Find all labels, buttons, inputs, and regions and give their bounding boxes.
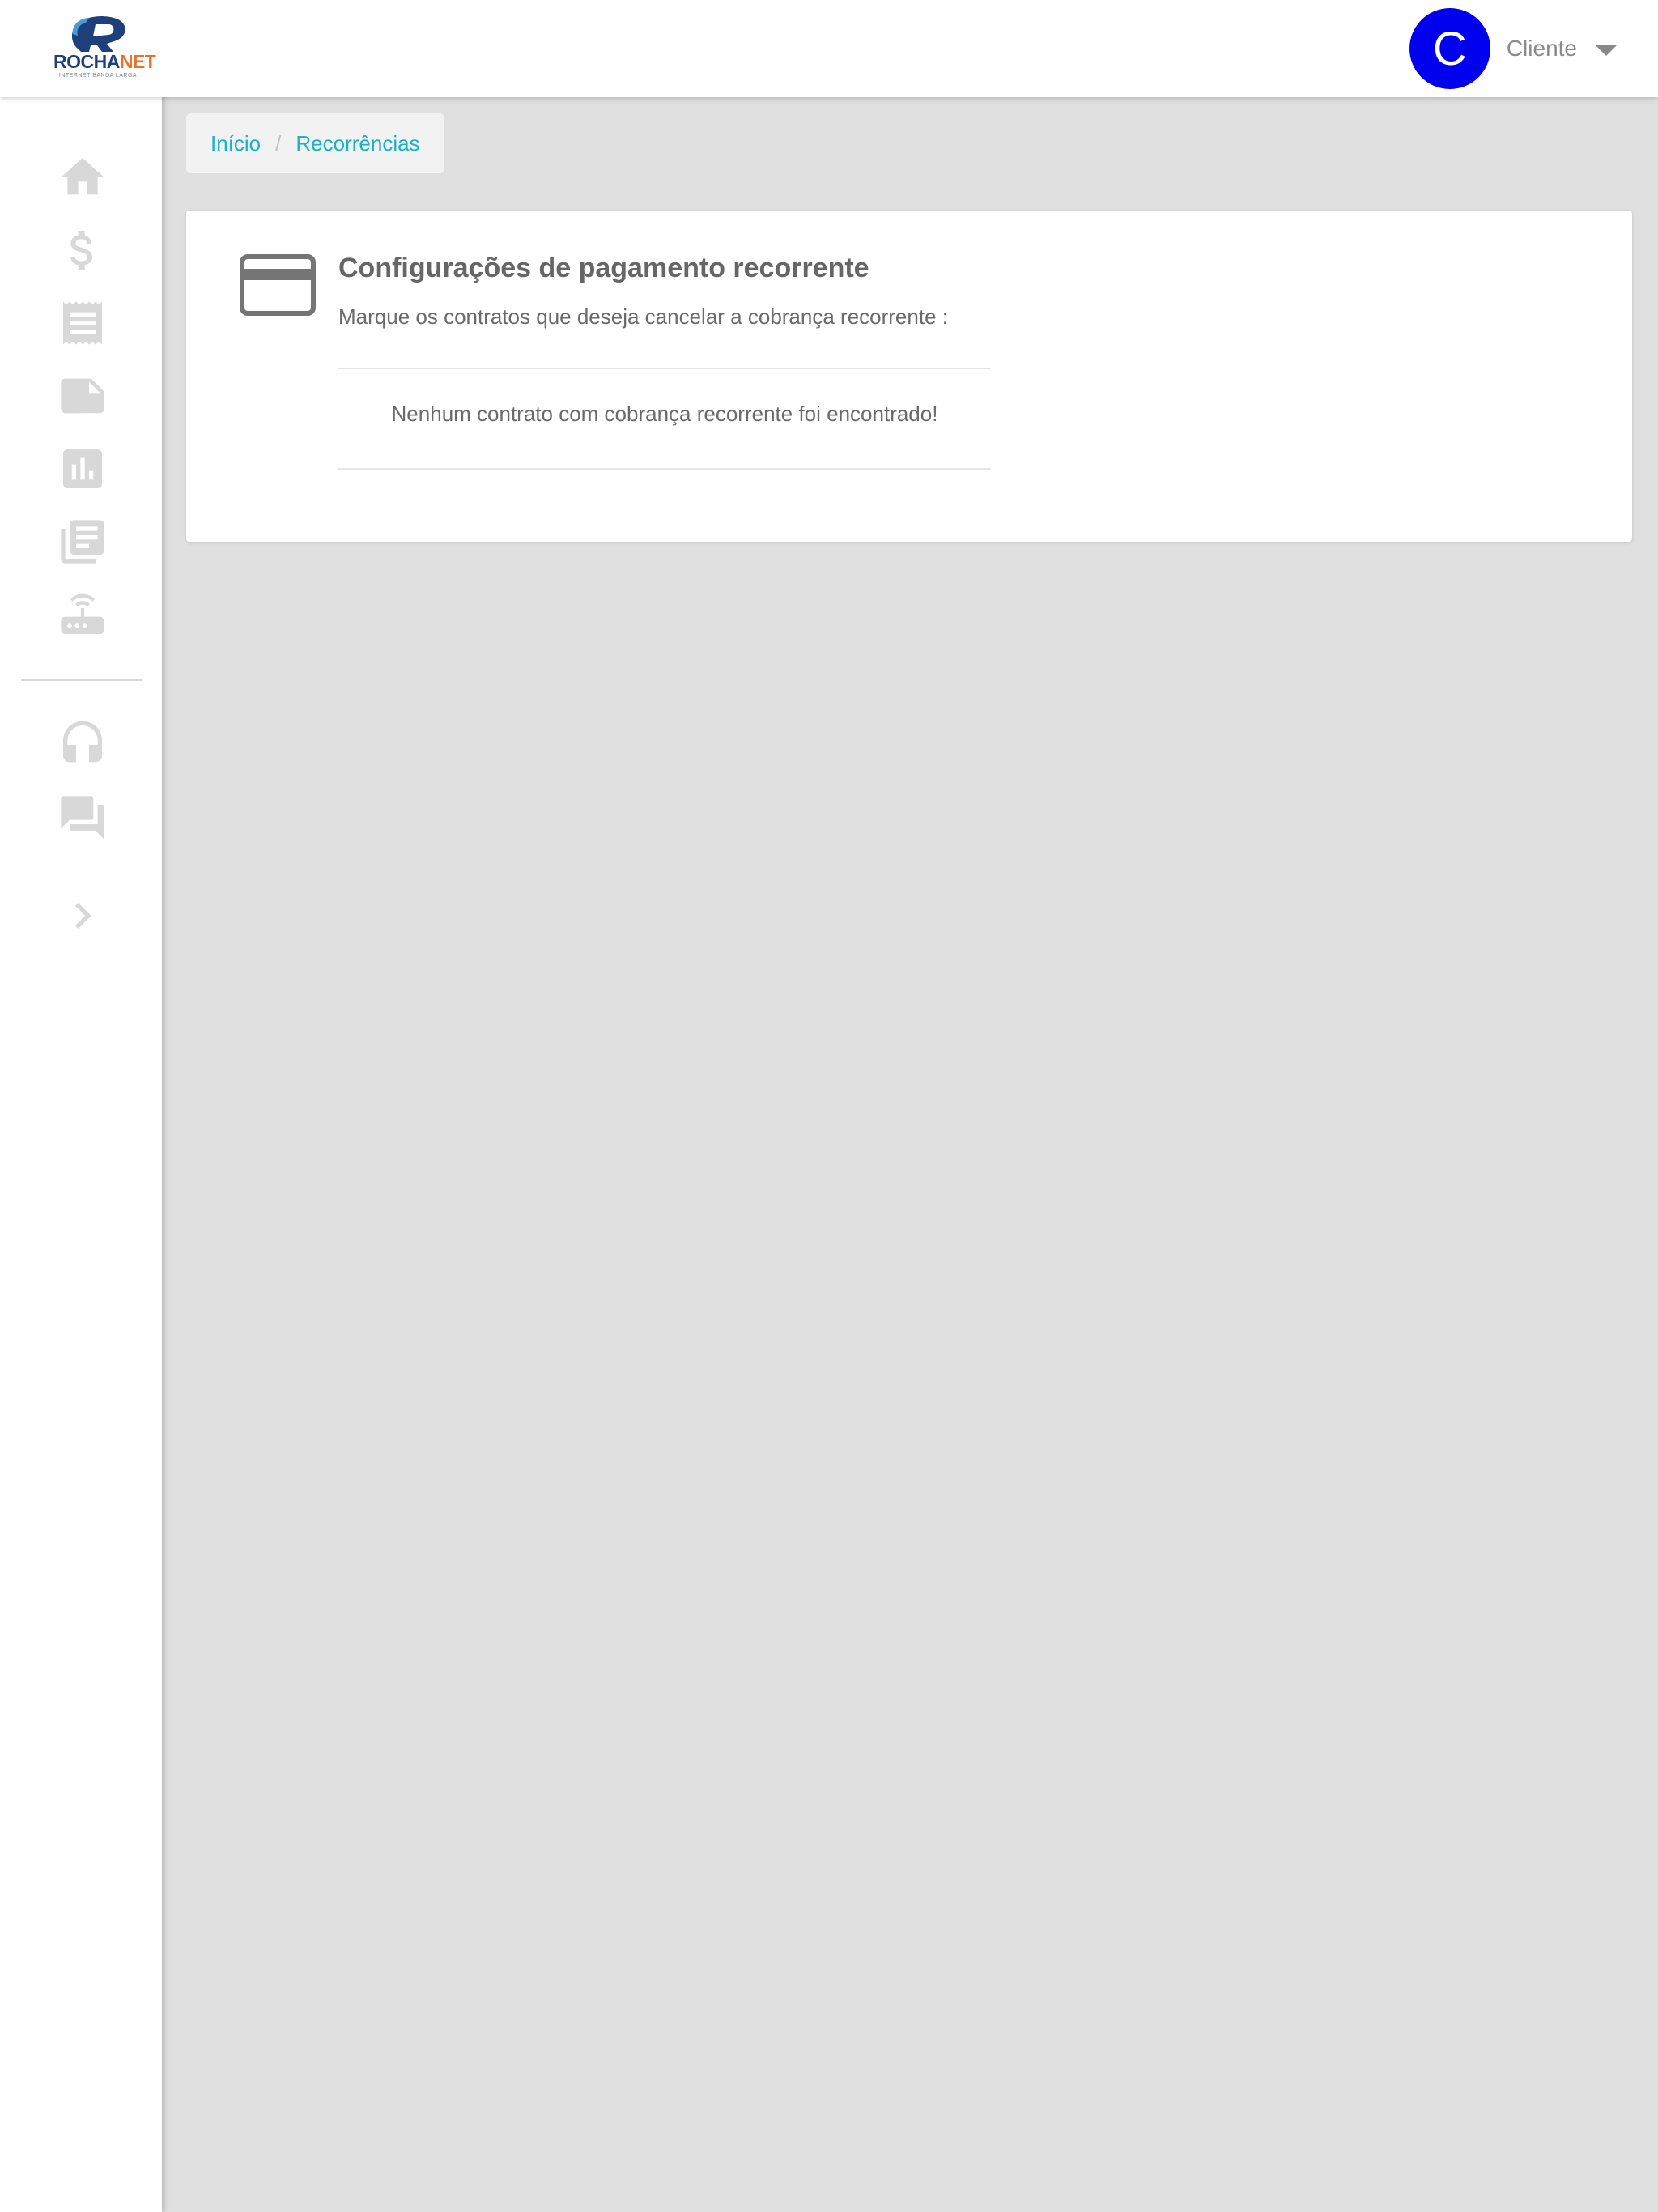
sidebar-item-notas[interactable] [53,367,112,425]
sidebar-item-contratos[interactable] [53,513,112,571]
user-name[interactable]: Cliente [1507,36,1577,62]
breadcrumb-recorrencias[interactable]: Recorrências [295,131,419,156]
sidebar-divider [21,679,142,681]
sidebar-item-consumo[interactable] [53,440,112,498]
card-instructions: Marque os contratos que deseja cancelar … [338,304,948,329]
sidebar-item-financeiro[interactable] [53,221,112,279]
sidebar-expand-button[interactable] [53,887,112,945]
logo-mark-icon [71,16,125,52]
sidebar-item-home[interactable] [53,148,112,206]
brand-name: ROCHANET [53,51,156,72]
breadcrumb-separator: / [275,130,282,155]
dollar-icon [70,231,92,270]
forum-icon [61,796,104,840]
top-bar: ROCHANET INTERNET BANDA LARGA C Cliente [0,0,1658,97]
sidebar-item-faturas[interactable] [53,294,112,352]
divider [338,468,991,470]
caret-down-icon[interactable] [1595,45,1618,56]
headset-icon [63,721,102,763]
brand-logo[interactable]: ROCHANET INTERNET BANDA LARGA [53,10,156,83]
router-icon [61,593,104,634]
note-icon [61,378,104,414]
receipt-icon [63,301,102,345]
avatar[interactable]: C [1409,8,1490,89]
bar-chart-icon [63,449,102,488]
divider [338,368,991,369]
page-title: Configurações de pagamento recorrente [338,253,869,283]
brand-tagline: INTERNET BANDA LARGA [58,73,138,79]
breadcrumb-inicio[interactable]: Início [210,131,261,156]
sidebar-item-equipamentos[interactable] [53,585,112,644]
user-menu[interactable]: C Cliente [1409,8,1618,89]
credit-card-icon [240,254,316,316]
breadcrumb: Início / Recorrências [186,113,444,173]
sidebar-item-chat[interactable] [53,789,112,847]
sidebar-item-atendimento[interactable] [53,716,112,774]
home-icon [61,158,104,195]
library-books-icon [61,520,104,564]
recurring-payment-card: Configurações de pagamento recorrente Ma… [186,211,1632,542]
chevron-right-icon [74,903,91,929]
empty-state-message: Nenhum contrato com cobrança recorrente … [391,402,938,426]
sidebar [0,0,162,2212]
